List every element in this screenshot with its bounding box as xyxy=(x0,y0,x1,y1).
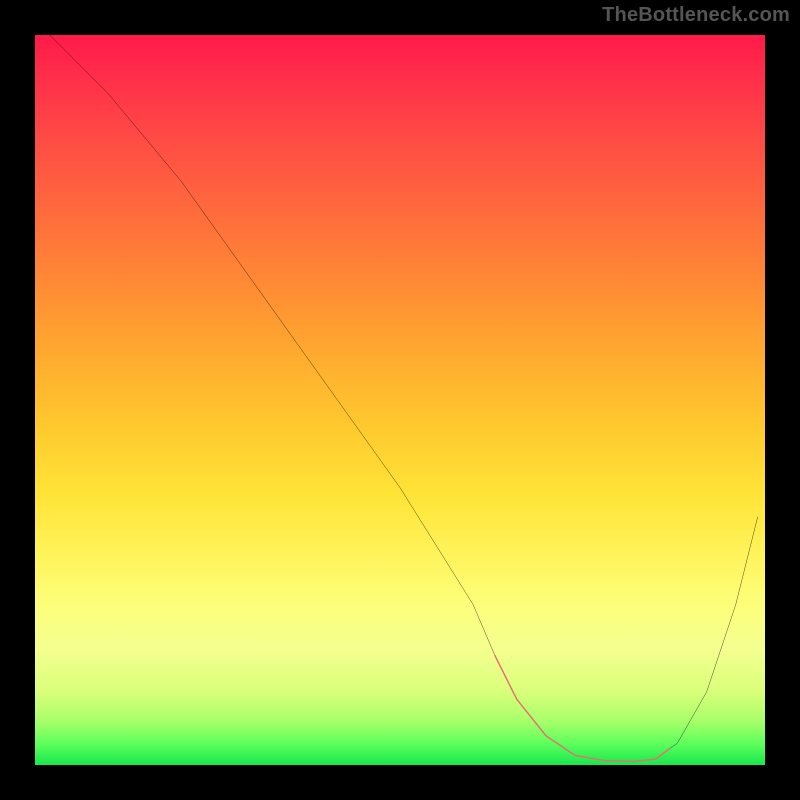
plot-area xyxy=(35,35,765,765)
watermark-text: TheBottleneck.com xyxy=(602,4,790,27)
chart-stage: TheBottleneck.com xyxy=(0,0,800,800)
curve-layer xyxy=(35,35,765,765)
bottleneck-curve-path xyxy=(50,35,758,761)
ideal-zone-highlight-path xyxy=(495,656,670,762)
